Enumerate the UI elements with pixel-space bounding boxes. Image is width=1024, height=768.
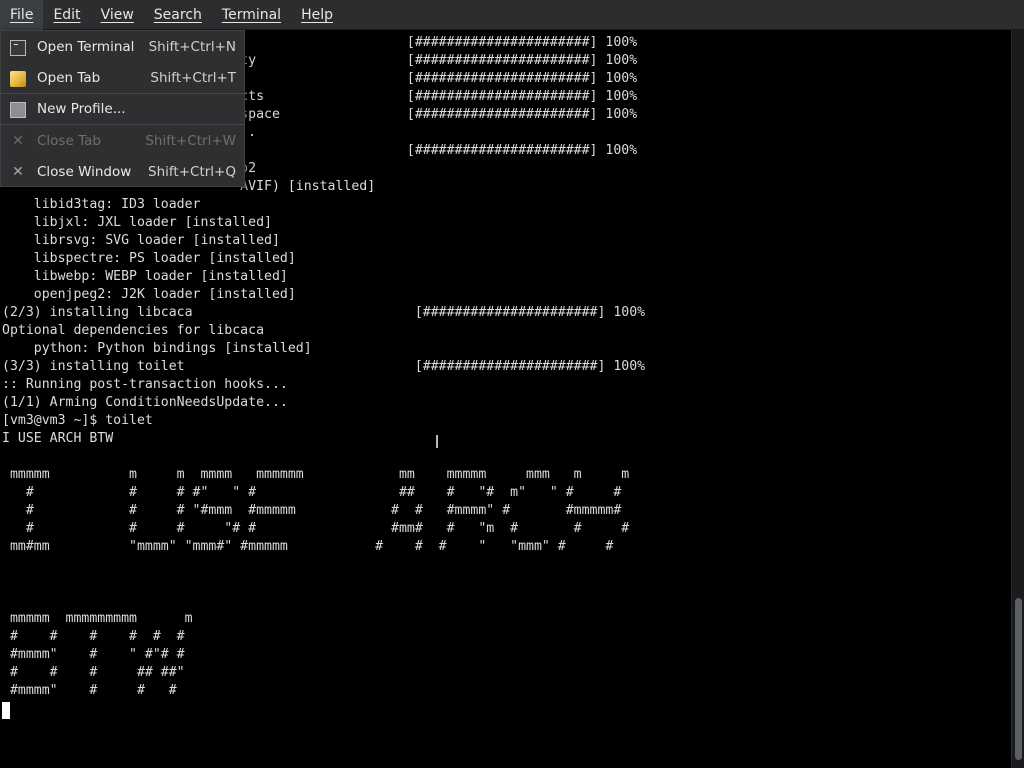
text-cursor <box>2 702 10 719</box>
open-tab-label: Open Tab <box>37 70 101 86</box>
menu-separator <box>1 124 244 125</box>
menu-file[interactable]: File <box>0 0 44 30</box>
close-icon: ✕ <box>12 133 24 149</box>
close-window-item[interactable]: ✕ Close Window Shift+Ctrl+Q <box>1 157 244 187</box>
profile-icon <box>10 102 26 118</box>
terminal-line: mm#mm "mmmm" "mmm#" #mmmmm # # # " "mmm"… <box>2 539 614 554</box>
terminal-line: libid3tag: ID3 loader <box>2 197 201 212</box>
menu-search[interactable]: Search <box>144 0 212 30</box>
file-menu-dropdown: Open Terminal Shift+Ctrl+N Open Tab Shif… <box>0 30 245 187</box>
terminal-line: mmmmm m m mmmm mmmmmm mm mmmmm mmm m m <box>2 467 630 482</box>
close-icon: ✕ <box>12 164 24 180</box>
open-tab-item[interactable]: Open Tab Shift+Ctrl+T <box>1 63 244 93</box>
terminal-line: libspectre: PS loader [installed] <box>2 251 296 266</box>
scrollbar-thumb[interactable] <box>1015 598 1022 760</box>
terminal-line: libjxl: JXL loader [installed] <box>2 215 272 230</box>
new-profile-item[interactable]: New Profile... <box>1 94 244 124</box>
close-tab-item: ✕ Close Tab Shift+Ctrl+W <box>1 126 244 156</box>
menubar: File Edit View Search Terminal Help <box>0 0 1024 30</box>
close-window-label: Close Window <box>37 164 132 180</box>
terminal-line: mmmmm mmmmmmmmm m <box>2 611 193 626</box>
terminal-line: Optional dependencies for libcaca <box>2 323 265 338</box>
terminal-line: (2/3) installing libcaca [##############… <box>2 305 646 320</box>
terminal-line: #mmmm" # " #"# # <box>2 647 185 662</box>
terminal-line: (3/3) installing toilet [###############… <box>2 359 646 374</box>
terminal-line: # # # #" " # ## # "# m" " # # <box>2 485 622 500</box>
terminal-line: # # # "#mmm #mmmmm # # #mmmm" # #mmmmm# <box>2 503 622 518</box>
close-window-shortcut: Shift+Ctrl+Q <box>148 164 236 180</box>
terminal-line: (1/1) Arming ConditionNeedsUpdate... <box>2 395 288 410</box>
terminal-scrollbar[interactable] <box>1011 30 1024 768</box>
open-terminal-label: Open Terminal <box>37 39 135 55</box>
terminal-line: :: Running post-transaction hooks... <box>2 377 288 392</box>
terminal-line: openjpeg2: J2K loader [installed] <box>2 287 296 302</box>
new-profile-label: New Profile... <box>37 101 126 117</box>
terminal-line: # # # ## ##" <box>2 665 185 680</box>
terminal-window: [######################] 100% ty [######… <box>0 0 1024 768</box>
terminal-line: libwebp: WEBP loader [installed] <box>2 269 288 284</box>
close-tab-shortcut: Shift+Ctrl+W <box>145 133 236 149</box>
menu-help[interactable]: Help <box>291 0 343 30</box>
menu-terminal[interactable]: Terminal <box>212 0 291 30</box>
open-terminal-item[interactable]: Open Terminal Shift+Ctrl+N <box>1 32 244 62</box>
terminal-line: python: Python bindings [installed] <box>2 341 312 356</box>
terminal-line: [vm3@vm3 ~]$ toilet <box>2 413 153 428</box>
menu-edit[interactable]: Edit <box>43 0 90 30</box>
terminal-line: # # # # # # <box>2 629 185 644</box>
close-tab-label: Close Tab <box>37 133 101 149</box>
terminal-line: # # # "# # #mm# # "m # # # <box>2 521 630 536</box>
terminal-line: librsvg: SVG loader [installed] <box>2 233 280 248</box>
open-terminal-shortcut: Shift+Ctrl+N <box>148 39 236 55</box>
open-tab-shortcut: Shift+Ctrl+T <box>150 70 236 86</box>
terminal-line: #mmmm" # # # <box>2 683 177 698</box>
menu-view[interactable]: View <box>91 0 144 30</box>
terminal-line: I USE ARCH BTW <box>2 431 114 446</box>
tab-icon <box>10 70 26 87</box>
terminal-icon <box>10 40 26 56</box>
